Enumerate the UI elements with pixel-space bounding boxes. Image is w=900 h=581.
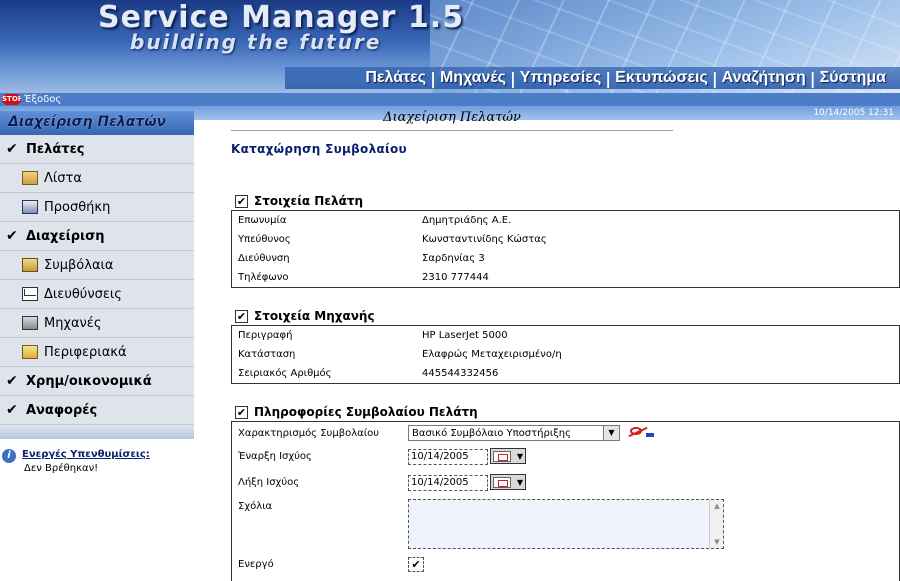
info-row: Διεύθυνση Σαρδηνίας 3 — [232, 249, 899, 268]
sidebar-footer — [0, 425, 194, 439]
sidebar-title: Διαχείριση Πελατών — [0, 111, 194, 135]
sidebar-item-contracts[interactable]: Συμβόλαια — [0, 251, 194, 280]
menu-system[interactable]: Σύστημα — [820, 69, 886, 87]
machine-info-box: Περιγραφή HP LaserJet 5000 Κατάσταση Ελα… — [231, 325, 900, 384]
info-row: Σειριακός Αριθμός 445544332456 — [232, 364, 899, 383]
sidebar-section-reports[interactable]: ✔ Αναφορές — [0, 396, 194, 425]
menu-search[interactable]: Αναζήτηση — [722, 69, 806, 87]
info-row: Κατάσταση Ελαφρώς Μεταχειρισμένο/η — [232, 345, 899, 364]
contract-info-section: ✔ Πληροφορίες Συμβολαίου Πελάτη Χαρακτηρ… — [231, 403, 900, 581]
customer-name: Δημητριάδης Α.Ε. — [422, 215, 512, 226]
sidebar: Διαχείριση Πελατών ✔ Πελάτες Λίστα Προσθ… — [0, 111, 194, 439]
app-subtitle: building the future — [130, 30, 382, 54]
list-icon — [22, 171, 38, 185]
machine-info-header: ✔ Στοιχεία Μηχανής — [235, 309, 375, 323]
end-date-input[interactable]: 10/14/2005 — [408, 475, 488, 491]
scroll-down-icon[interactable]: ▼ — [712, 537, 722, 547]
sidebar-section-customers[interactable]: ✔ Πελάτες — [0, 135, 194, 164]
calendar-icon — [493, 450, 511, 462]
start-date-row: Έναρξη Ισχύος 10/14/2005 ▼ — [232, 447, 899, 473]
info-icon: i — [2, 449, 16, 463]
machine-description: HP LaserJet 5000 — [422, 330, 508, 341]
exit-link[interactable]: Έξοδος — [24, 93, 61, 106]
contract-type-row: Χαρακτηρισμός Συμβολαίου Βασικό Συμβόλαι… — [232, 422, 899, 447]
checkmark-icon: ✔ — [6, 228, 18, 244]
sidebar-item-peripherals[interactable]: Περιφεριακά — [0, 338, 194, 367]
comments-textarea[interactable]: ▲ ▼ — [408, 499, 724, 549]
info-row: Επωνυμία Δημητριάδης Α.Ε. — [232, 211, 899, 230]
contract-info-header: ✔ Πληροφορίες Συμβολαίου Πελάτη — [235, 405, 478, 419]
chevron-down-icon: ▼ — [516, 477, 523, 487]
menu-prints[interactable]: Εκτυπώσεις — [615, 69, 708, 87]
section-checkbox-icon: ✔ — [235, 309, 248, 323]
customer-address: Σαρδηνίας 3 — [422, 253, 485, 264]
sidebar-item-add[interactable]: Προσθήκη — [0, 193, 194, 222]
stop-icon[interactable]: STOP — [2, 94, 21, 105]
chevron-down-icon[interactable]: ▼ — [603, 426, 619, 440]
form-title: Καταχώρηση Συμβολαίου — [231, 142, 407, 156]
customer-info-header: ✔ Στοιχεία Πελάτη — [235, 194, 364, 208]
folder-icon — [22, 345, 38, 359]
customer-info-box: Επωνυμία Δημητριάδης Α.Ε. Υπεύθυνος Κωνσ… — [231, 210, 900, 288]
customer-info-section: ✔ Στοιχεία Πελάτη Επωνυμία Δημητριάδης Α… — [231, 192, 900, 288]
active-row: Ενεργό ✔ — [232, 555, 899, 577]
current-datetime: 10/14/2005 12:31 — [813, 108, 894, 118]
sidebar-item-machines[interactable]: Μηχανές — [0, 309, 194, 338]
sidebar-item-addresses[interactable]: Διευθύνσεις — [0, 280, 194, 309]
contract-type-select[interactable]: Βασικό Συμβόλαιο Υποστήριξης ▼ — [408, 425, 620, 441]
comments-scrollbar[interactable]: ▲ ▼ — [709, 500, 723, 548]
sidebar-section-management[interactable]: ✔ Διαχείριση — [0, 222, 194, 251]
menu-machines[interactable]: Μηχανές — [440, 69, 506, 87]
printer-icon — [22, 316, 38, 330]
page-title: Διαχείριση Πελατών — [231, 108, 673, 131]
end-date-calendar-button[interactable]: ▼ — [490, 474, 526, 490]
reminders-value: Δεν Βρέθηκαν! — [24, 463, 99, 474]
machine-info-section: ✔ Στοιχεία Μηχανής Περιγραφή HP LaserJet… — [231, 307, 900, 384]
contract-info-box: Χαρακτηρισμός Συμβολαίου Βασικό Συμβόλαι… — [231, 421, 900, 581]
machine-condition: Ελαφρώς Μεταχειρισμένο/η — [422, 349, 562, 360]
checkmark-icon: ✔ — [6, 373, 18, 389]
info-row: Περιγραφή HP LaserJet 5000 — [232, 326, 899, 345]
envelope-icon — [22, 287, 38, 301]
chevron-down-icon: ▼ — [516, 451, 523, 461]
section-checkbox-icon: ✔ — [235, 194, 248, 208]
info-row: Τηλέφωνο 2310 777444 — [232, 268, 899, 287]
app-header: Service Manager 1.5 building the future … — [0, 0, 900, 93]
reminders-panel: i Ενεργές Υπενθυμίσεις: Δεν Βρέθηκαν! — [2, 449, 192, 474]
machine-serial: 445544332456 — [422, 368, 499, 379]
end-date-row: Λήξη Ισχύος 10/14/2005 ▼ — [232, 473, 899, 497]
start-date-input[interactable]: 10/14/2005 — [408, 449, 488, 465]
scroll-up-icon[interactable]: ▲ — [712, 501, 722, 511]
reminders-link[interactable]: Ενεργές Υπενθυμίσεις: — [22, 449, 150, 460]
edit-contract-type-icon[interactable] — [626, 425, 656, 439]
customer-phone: 2310 777444 — [422, 272, 489, 283]
sidebar-section-finance[interactable]: ✔ Χρημ/οικονομικά — [0, 367, 194, 396]
customer-contact: Κωνσταντινίδης Κώστας — [422, 234, 547, 245]
calendar-icon — [493, 476, 511, 488]
menu-services[interactable]: Υπηρεσίες — [520, 69, 602, 87]
contract-icon — [22, 258, 38, 272]
active-checkbox[interactable]: ✔ — [408, 557, 424, 572]
checkmark-icon: ✔ — [6, 141, 18, 157]
exit-bar: STOP Έξοδος — [0, 93, 900, 106]
checkmark-icon: ✔ — [6, 402, 18, 418]
comments-row: Σχόλια ▲ ▼ — [232, 497, 899, 553]
top-menu: Πελάτες | Μηχανές | Υπηρεσίες | Εκτυπώσε… — [285, 67, 900, 89]
section-checkbox-icon: ✔ — [235, 405, 248, 419]
add-icon — [22, 200, 38, 214]
menu-customers[interactable]: Πελάτες — [365, 69, 426, 87]
start-date-calendar-button[interactable]: ▼ — [490, 448, 526, 464]
sidebar-item-list[interactable]: Λίστα — [0, 164, 194, 193]
info-row: Υπεύθυνος Κωνσταντινίδης Κώστας — [232, 230, 899, 249]
